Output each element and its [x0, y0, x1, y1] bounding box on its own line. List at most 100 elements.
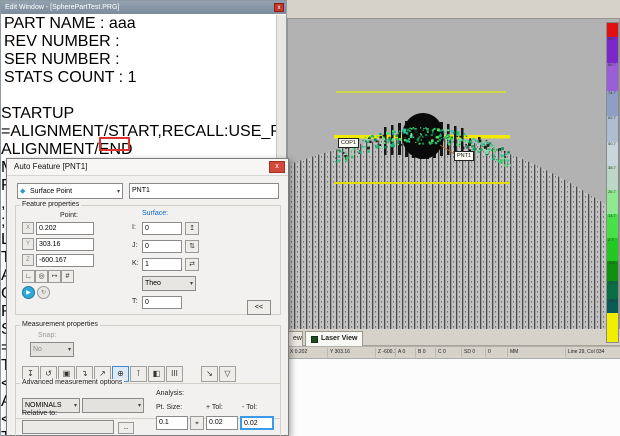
auto-feature-dialog: Auto Feature [PNT1] x ◆ Surface Point ▾ …	[6, 158, 289, 436]
color-scale-value: 50.7	[608, 142, 616, 146]
color-scale-value: 26.7	[608, 190, 616, 194]
point-size-preview-icon[interactable]: ⌖	[190, 416, 204, 430]
i-value-input[interactable]: 0	[142, 222, 182, 235]
tab-hidden-view[interactable]: ew	[287, 331, 303, 346]
color-scale-segment: -21.2	[607, 281, 618, 299]
surface-point-icon: ◆	[20, 188, 27, 195]
status-field: A 0	[395, 348, 415, 357]
code-line-text: =ALIGNMENT/START,RECALL:USE_PART_SETUP,L…	[1, 123, 276, 140]
cop1-flag-label[interactable]: COP1	[338, 138, 359, 148]
y-value-input[interactable]: 303.16	[36, 238, 94, 251]
t-label: T:	[132, 298, 137, 305]
code-line-text	[1, 87, 4, 104]
horizontal-axis-icon[interactable]: ⇄	[185, 258, 199, 271]
z-axis-toggle[interactable]: Z	[22, 254, 34, 266]
chevron-down-icon: ▾	[68, 346, 71, 353]
status-field: Z -600.167	[375, 348, 395, 357]
block-offset-icon[interactable]: ◧	[148, 366, 165, 382]
feature-type-dropdown[interactable]: ◆ Surface Point ▾	[17, 183, 123, 199]
code-line-text: SER NUMBER :	[1, 51, 120, 68]
status-field: C 0	[435, 348, 461, 357]
k-value-input[interactable]: 1	[142, 258, 182, 271]
color-scale-segment: 50.7	[607, 142, 618, 166]
color-scale-value: 38.7	[608, 166, 616, 170]
relative-to-input[interactable]	[22, 420, 114, 434]
dialog-title: Auto Feature [PNT1]	[7, 159, 288, 176]
color-scale-value: 86.7	[608, 63, 616, 67]
plus-tol-input[interactable]: 0.02	[206, 416, 238, 430]
color-scale-segment	[607, 313, 618, 342]
x-value-input[interactable]: 0.202	[36, 222, 94, 235]
j-value-input[interactable]: 0	[142, 240, 182, 253]
vertical-axis-icon[interactable]: ⇅	[185, 240, 199, 253]
axes-icon[interactable]: ∟	[22, 270, 35, 283]
color-scale-value: 98.7	[608, 37, 616, 41]
t-value-input[interactable]: 0	[142, 296, 182, 309]
level-icon[interactable]: ⊺	[130, 366, 147, 382]
code-line	[1, 87, 276, 105]
color-scale-segment: 86.7	[607, 63, 618, 91]
status-field: MM	[507, 348, 565, 357]
code-line-text: REV NUMBER :	[1, 33, 120, 50]
secondary-mode-dropdown[interactable]: ▾	[82, 398, 144, 413]
point-vector-icon[interactable]: ↦	[48, 270, 61, 283]
chevron-down-icon: ▾	[190, 280, 193, 287]
relative-to-label: Relative to:	[22, 410, 57, 417]
surface-label: Surface:	[142, 210, 168, 217]
status-field: 0	[485, 348, 507, 357]
j-label: J:	[132, 242, 137, 249]
code-line-text: STATS COUNT : 1	[1, 69, 136, 86]
advanced-options-group: Advanced measurement options NOMINALS ▾ …	[15, 383, 281, 436]
theo-dropdown[interactable]: Theo ▾	[142, 276, 196, 291]
collapse-dialog-button[interactable]: <<	[247, 300, 271, 315]
value-highlight-annotation	[99, 137, 130, 151]
flip-vector-icon[interactable]: ↥	[185, 222, 199, 235]
diagonal-vector-icon[interactable]: ↘	[201, 366, 218, 382]
feature-name-input[interactable]: PNT1	[129, 183, 279, 199]
execute-button[interactable]: ▶	[22, 286, 35, 299]
k-label: K:	[132, 260, 139, 267]
view-tab-bar: ew Laser View	[287, 329, 620, 346]
color-scale-value: -33.2	[608, 299, 617, 303]
pnt1-flag-label[interactable]: PNT1	[454, 151, 474, 161]
dialog-close-icon[interactable]: x	[269, 161, 285, 173]
code-line-text: PART NAME : aaa	[1, 15, 136, 32]
status-field: B 0	[415, 348, 435, 357]
laser-view-canvas[interactable]: COP1 PNT1	[287, 18, 620, 330]
laser-scan-graphic	[288, 19, 619, 329]
snap-dropdown[interactable]: No ▾	[30, 342, 74, 357]
reset-button[interactable]: ↻	[37, 286, 50, 299]
z-value-input[interactable]: -600.167	[36, 254, 94, 267]
minus-tol-input[interactable]: 0.02	[240, 416, 274, 430]
color-scale-value: 74.7	[608, 91, 616, 95]
filter-icon[interactable]: ▽	[219, 366, 236, 382]
status-bar: X 0.202Y 303.16Z -600.167A 0B 0C 0SD 00M…	[287, 346, 620, 358]
empty-report-panel	[287, 358, 620, 436]
code-line: PART NAME : aaa	[1, 15, 276, 33]
status-field: Y 303.16	[327, 348, 375, 357]
pt-size-input[interactable]: 0.1	[156, 416, 188, 430]
plus-tol-label: + Tol:	[206, 404, 223, 411]
code-line: REV NUMBER :	[1, 33, 276, 51]
color-scale-segment: 98.7	[607, 37, 618, 63]
x-axis-toggle[interactable]: X	[22, 222, 34, 234]
color-scale-segment	[607, 23, 618, 37]
color-scale-segment: -33.2	[607, 299, 618, 313]
find-nominal-icon[interactable]: ◎	[35, 270, 48, 283]
color-scale-segment: 38.7	[607, 166, 618, 190]
y-axis-toggle[interactable]: Y	[22, 238, 34, 250]
color-scale-segment: 2.7	[607, 238, 618, 262]
color-scale-value: 14.7	[608, 214, 616, 218]
clip-line-bottom	[334, 182, 510, 184]
browse-button[interactable]: ...	[118, 422, 134, 434]
status-field: X 0.202	[287, 348, 327, 357]
edit-window-close-icon[interactable]: x	[274, 3, 284, 12]
status-field: SD 0	[461, 348, 485, 357]
snap-label: Snap:	[38, 332, 56, 339]
status-field: Line 29, Col 034	[565, 348, 606, 357]
tab-laser-view[interactable]: Laser View	[305, 331, 363, 346]
color-scale-value: -9.2	[608, 261, 615, 265]
grid-icon[interactable]: #	[61, 270, 74, 283]
bars-icon[interactable]: III	[166, 366, 183, 382]
feature-properties-group: Feature properties Point: Surface: X 0.2…	[15, 205, 281, 315]
